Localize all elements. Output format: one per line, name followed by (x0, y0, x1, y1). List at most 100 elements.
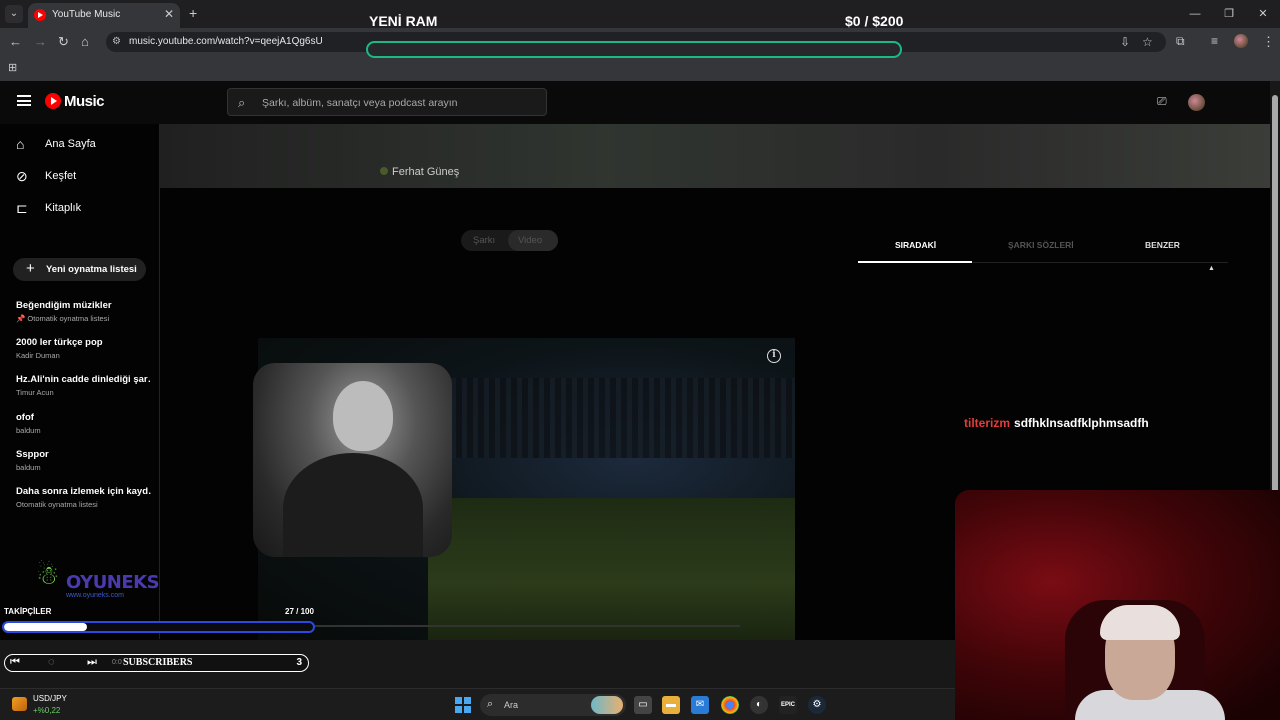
steam-icon[interactable]: ⚙ (808, 696, 826, 714)
taskbar-search[interactable]: ⌕ Ara (480, 694, 626, 716)
close-window-button[interactable]: ✕ (1246, 0, 1280, 28)
playlist-item[interactable]: Beğendiğim müzikler 📌 Otomatik oynatma l… (16, 300, 151, 323)
toggle-song-option[interactable]: Şarkı (473, 235, 495, 246)
subscribers-bar: ⏮ ◌ ⏭ 0:0 SUBSCRIBERS 3 (4, 654, 309, 672)
install-app-icon[interactable]: ⇩ (1120, 35, 1130, 49)
artist-avatar-icon (380, 167, 388, 175)
sidebar-item-explore[interactable]: ⊘ Keşfet (0, 163, 160, 191)
subscribers-label: SUBSCRIBERS (123, 657, 193, 668)
ticker-red-text: tilterizm (964, 416, 1011, 430)
bookmark-star-icon[interactable]: ☆ (1142, 35, 1153, 49)
sidebar-item-home[interactable]: ⌂ Ana Sayfa (0, 131, 160, 159)
oyuneks-mascot-icon: ☃ (36, 560, 60, 590)
search-highlight-art (591, 696, 623, 714)
account-avatar[interactable] (1188, 94, 1205, 111)
queue-tabs: SIRADAKİ ŞARKI SÖZLERİ BENZER (858, 232, 1228, 263)
windows-start-icon[interactable] (455, 697, 471, 713)
playlist-subtitle: Timur Acun (16, 388, 54, 397)
artist-name[interactable]: Ferhat Güneş (380, 166, 459, 178)
back-arrow-icon[interactable]: ← (9, 34, 22, 49)
playlist-title: ofof (16, 412, 34, 423)
search-input[interactable]: ⌕ Şarkı, albüm, sanatçı veya podcast ara… (227, 88, 547, 116)
menu-hamburger-icon[interactable] (17, 95, 31, 106)
file-explorer-icon[interactable]: ▬ (662, 696, 680, 714)
apps-grid-icon[interactable]: ⊞ (8, 61, 17, 74)
playlist-subtitle: baldum (16, 463, 41, 472)
sidebar-item-label: Ana Sayfa (45, 138, 96, 150)
toggle-video-option[interactable]: Video (508, 230, 558, 251)
search-icon: ⌕ (487, 698, 494, 710)
oyuneks-watermark: ☃ OYUNEKS www.oyuneks.com (36, 560, 161, 605)
tab-lyrics[interactable]: ŞARKI SÖZLERİ (1008, 240, 1074, 250)
playlist-title: Hz.Ali'nin cadde dinlediği şar… (16, 374, 151, 385)
tab-search-button[interactable]: ⌄ (5, 5, 23, 23)
cast-icon[interactable]: ⎚ (1157, 94, 1167, 109)
stream-goal-pill (366, 41, 902, 58)
tab-related[interactable]: BENZER (1145, 240, 1180, 250)
taskbar-search-label: Ara (504, 700, 519, 710)
playlist-item[interactable]: ofof baldum (16, 412, 151, 435)
stream-ticker: tilterizm sdfhklnsadfklphmsadfh (964, 416, 1149, 430)
window-controls: — ❐ ✕ (1178, 0, 1280, 28)
playlist-subtitle: baldum (16, 426, 41, 435)
chrome-icon[interactable] (721, 696, 739, 714)
youtube-music-favicon-icon (34, 9, 46, 21)
home-page-icon[interactable]: ⌂ (81, 34, 89, 49)
explore-icon: ⊘ (16, 168, 28, 184)
logo-text[interactable]: Music (64, 93, 105, 110)
playback-progress-track[interactable] (240, 625, 740, 627)
new-playlist-label: Yeni oynatma listesi (46, 264, 137, 275)
art-figure-head (333, 381, 393, 451)
url-text[interactable]: music.youtube.com/watch?v=qeejA1Qg6sU (129, 36, 323, 47)
new-tab-button[interactable]: + (189, 5, 197, 21)
previous-track-icon[interactable]: ⏮ (10, 656, 20, 669)
playlist-title: Daha sonra izlemek için kayd… (16, 486, 151, 497)
minimize-button[interactable]: — (1178, 0, 1212, 28)
epic-games-icon[interactable]: EPIC (779, 696, 797, 714)
stream-money-goal: $0 / $200 (845, 13, 904, 29)
playlist-subtitle: 📌 Otomatik oynatma listesi (16, 314, 110, 323)
bookmarks-bar: ⊞ (0, 56, 1280, 81)
task-view-icon[interactable]: ▭ (634, 696, 652, 714)
playlist-item[interactable]: 2000 ler türkçe pop Kadir Duman (16, 337, 151, 360)
playlist-item[interactable]: Hz.Ali'nin cadde dinlediği şar… Timur Ac… (16, 374, 151, 397)
browser-tab-strip: ⌄ YouTube Music ✕ + — ❐ ✕ (0, 0, 1280, 28)
subscribers-count: 3 (296, 657, 302, 668)
site-info-icon[interactable]: ⚙ (112, 36, 121, 47)
tab-close-icon[interactable]: ✕ (164, 7, 174, 21)
extensions-icon[interactable]: ⧉ (1176, 34, 1185, 49)
search-icon: ⌕ (238, 95, 246, 110)
discord-icon[interactable]: ◐ (750, 696, 768, 714)
browser-menu-icon[interactable]: ⋮ (1262, 34, 1275, 50)
ticker-white-text: sdfhklnsadfklphmsadfh (1014, 416, 1149, 430)
watermark-site: www.oyuneks.com (66, 592, 124, 599)
scrollbar-thumb[interactable] (1272, 95, 1278, 505)
followers-label: TAKİPÇİLER (4, 607, 52, 616)
sidebar-item-label: Keşfet (45, 170, 77, 182)
playlist-title: Beğendiğim müzikler (16, 300, 112, 311)
widget-title: USD/JPY (33, 694, 67, 703)
media-queue-icon[interactable]: ≡ (1211, 34, 1218, 48)
mail-app-icon[interactable]: ✉ (691, 696, 709, 714)
reload-icon[interactable]: ↻ (58, 34, 69, 50)
playlist-item[interactable]: Daha sonra izlemek için kayd… Otomatik o… (16, 486, 151, 509)
forward-arrow-icon[interactable]: → (34, 34, 47, 49)
art-figure-body (283, 453, 423, 557)
restore-button[interactable]: ❐ (1212, 0, 1246, 28)
playlist-item[interactable]: Ssppor baldum (16, 449, 151, 472)
new-playlist-button[interactable]: + Yeni oynatma listesi (13, 258, 146, 281)
sidebar-item-library[interactable]: ⊏ Kitaplık (0, 195, 160, 223)
active-tab-indicator (858, 261, 972, 263)
song-video-toggle[interactable]: Şarkı Video (461, 230, 558, 251)
weather-widget-icon[interactable] (12, 697, 27, 711)
browser-profile-avatar[interactable] (1234, 34, 1248, 48)
library-icon: ⊏ (16, 200, 28, 216)
browser-tab-youtube-music[interactable]: YouTube Music ✕ (28, 3, 180, 28)
caret-up-icon[interactable]: ▲ (1208, 265, 1215, 272)
playlist-subtitle: Otomatik oynatma listesi (16, 500, 98, 509)
info-icon[interactable]: i (767, 349, 781, 363)
video-field (428, 498, 795, 640)
next-track-icon[interactable]: ⏭ (87, 656, 97, 669)
tab-up-next[interactable]: SIRADAKİ (895, 240, 936, 250)
youtube-music-logo-icon[interactable] (45, 93, 61, 109)
